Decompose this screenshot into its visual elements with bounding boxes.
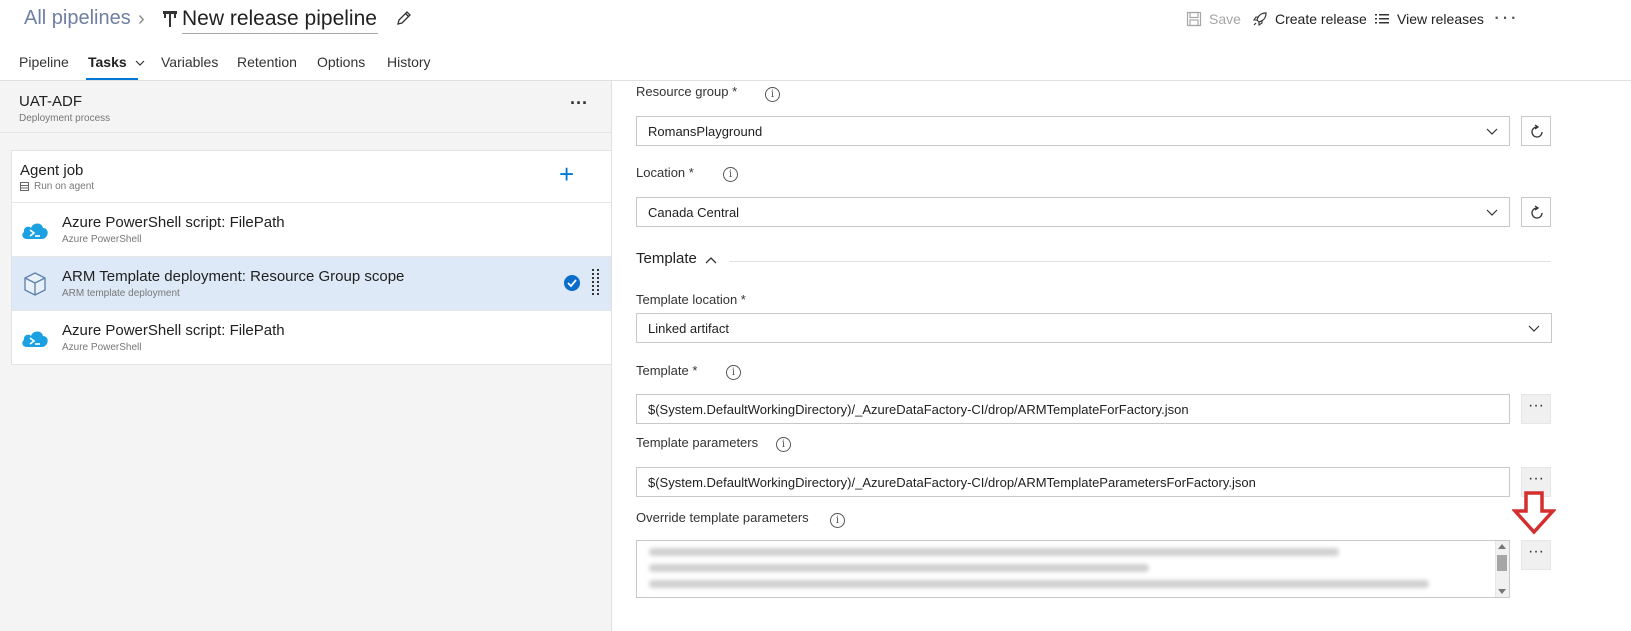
- tab-history[interactable]: History: [387, 54, 431, 70]
- top-bar: All pipelines › New release pipeline Sav…: [0, 0, 1631, 44]
- refresh-icon: [1531, 205, 1543, 219]
- stage-more-button[interactable]: ···: [570, 93, 588, 114]
- red-down-arrow-annotation: [1512, 491, 1556, 535]
- checkmark-icon: [564, 275, 580, 291]
- tab-options[interactable]: Options: [317, 54, 365, 70]
- tab-bar: Pipeline Tasks Variables Retention Optio…: [0, 46, 1631, 80]
- info-icon[interactable]: i: [723, 167, 738, 182]
- edit-override-parameters-button[interactable]: ···: [1521, 540, 1551, 570]
- location-value: Canada Central: [648, 205, 740, 220]
- arm-template-icon: [24, 272, 46, 296]
- deployment-process-panel: UAT-ADF Deployment process ··· Agent job…: [0, 81, 612, 631]
- template-label: Template *: [636, 363, 698, 378]
- template-parameters-value: $(System.DefaultWorkingDirectory)/_Azure…: [648, 475, 1256, 490]
- blurred-text-line: [649, 564, 1149, 572]
- chevron-down-icon: [1486, 128, 1498, 135]
- release-pipeline-icon: [163, 11, 177, 27]
- agent-job-subtitle: Run on agent: [34, 181, 95, 192]
- override-parameters-textarea[interactable]: [636, 540, 1510, 598]
- location-dropdown[interactable]: Canada Central: [636, 197, 1510, 227]
- view-releases-button[interactable]: View releases: [1374, 11, 1484, 27]
- task-name: ARM Template deployment: Resource Group …: [62, 268, 405, 285]
- info-icon[interactable]: i: [830, 513, 845, 528]
- blurred-text-line: [649, 580, 1429, 588]
- blurred-text-line: [649, 548, 1339, 556]
- save-label: Save: [1209, 11, 1241, 27]
- info-icon[interactable]: i: [776, 437, 791, 452]
- agent-job-row[interactable]: Agent job Run on agent +: [12, 151, 612, 203]
- task-name: Azure PowerShell script: FilePath: [62, 322, 285, 339]
- template-location-label: Template location *: [636, 292, 746, 307]
- stage-subtitle: Deployment process: [19, 113, 111, 124]
- tab-tasks-label: Tasks: [88, 54, 127, 70]
- create-release-label: Create release: [1275, 11, 1367, 27]
- create-release-button[interactable]: Create release: [1252, 11, 1367, 27]
- browse-template-button[interactable]: ···: [1521, 394, 1551, 424]
- chevron-up-icon[interactable]: [705, 255, 717, 265]
- task-subtitle: Azure PowerShell: [62, 342, 142, 353]
- rocket-icon: [1252, 12, 1267, 27]
- server-icon: [20, 182, 29, 191]
- template-location-value: Linked artifact: [648, 321, 729, 336]
- task-row[interactable]: Azure PowerShell script: FilePath Azure …: [12, 311, 612, 365]
- drag-handle-icon[interactable]: [592, 269, 600, 297]
- resource-group-value: RomansPlayground: [648, 124, 763, 139]
- chevron-down-icon: [135, 60, 144, 66]
- pipeline-title-field[interactable]: New release pipeline: [182, 4, 378, 34]
- tab-pipeline[interactable]: Pipeline: [19, 54, 69, 70]
- add-task-button[interactable]: +: [559, 161, 574, 187]
- list-icon: [1375, 14, 1389, 24]
- resource-group-label: Resource group *: [636, 84, 738, 99]
- section-divider: [729, 261, 1551, 262]
- task-row-selected[interactable]: ARM Template deployment: Resource Group …: [12, 257, 612, 311]
- template-parameters-label: Template parameters: [636, 435, 759, 450]
- chevron-down-icon: [1528, 325, 1540, 332]
- refresh-resource-group-button[interactable]: [1521, 116, 1551, 146]
- tab-variables[interactable]: Variables: [161, 54, 218, 70]
- save-disk-icon: [1186, 11, 1202, 27]
- task-subtitle: Azure PowerShell: [62, 234, 142, 245]
- refresh-location-button[interactable]: [1521, 197, 1551, 227]
- template-section-header[interactable]: Template: [636, 250, 697, 267]
- task-name: Azure PowerShell script: FilePath: [62, 214, 285, 231]
- chevron-down-icon: [1486, 209, 1498, 216]
- template-location-dropdown[interactable]: Linked artifact: [636, 313, 1552, 343]
- view-releases-label: View releases: [1397, 11, 1484, 27]
- task-settings-panel: Resource group * i RomansPlayground Loca…: [612, 81, 1631, 631]
- override-parameters-label: Override template parameters: [636, 510, 809, 525]
- template-parameters-input[interactable]: $(System.DefaultWorkingDirectory)/_Azure…: [636, 467, 1510, 497]
- breadcrumb-all-pipelines[interactable]: All pipelines: [24, 7, 131, 30]
- azure-powershell-icon: [22, 331, 48, 347]
- textarea-scrollbar[interactable]: [1495, 541, 1509, 597]
- more-actions-button[interactable]: ···: [1493, 4, 1518, 30]
- info-icon[interactable]: i: [726, 365, 741, 380]
- location-label: Location *: [636, 165, 694, 180]
- stage-name: UAT-ADF: [19, 93, 83, 110]
- agent-job-name: Agent job: [20, 162, 84, 179]
- template-path-value: $(System.DefaultWorkingDirectory)/_Azure…: [648, 402, 1189, 417]
- resource-group-dropdown[interactable]: RomansPlayground: [636, 116, 1510, 146]
- stage-header[interactable]: UAT-ADF Deployment process ···: [0, 81, 611, 133]
- save-button[interactable]: Save: [1186, 11, 1241, 27]
- scroll-thumb[interactable]: [1497, 555, 1507, 571]
- scroll-up-arrow[interactable]: [1498, 544, 1506, 549]
- tab-tasks[interactable]: Tasks: [88, 54, 145, 70]
- tab-retention[interactable]: Retention: [237, 54, 297, 70]
- scroll-down-arrow[interactable]: [1498, 589, 1506, 594]
- agent-job-card: Agent job Run on agent + Azure PowerShel…: [11, 150, 612, 365]
- info-icon[interactable]: i: [765, 87, 780, 102]
- release-pipeline-editor: All pipelines › New release pipeline Sav…: [0, 0, 1631, 631]
- template-path-input[interactable]: $(System.DefaultWorkingDirectory)/_Azure…: [636, 394, 1510, 424]
- task-row[interactable]: Azure PowerShell script: FilePath Azure …: [12, 203, 612, 257]
- azure-powershell-icon: [22, 223, 48, 239]
- breadcrumb-chevron-icon: ›: [138, 8, 145, 30]
- task-subtitle: ARM template deployment: [62, 288, 180, 299]
- refresh-icon: [1531, 124, 1543, 138]
- edit-pencil-icon[interactable]: [396, 10, 412, 26]
